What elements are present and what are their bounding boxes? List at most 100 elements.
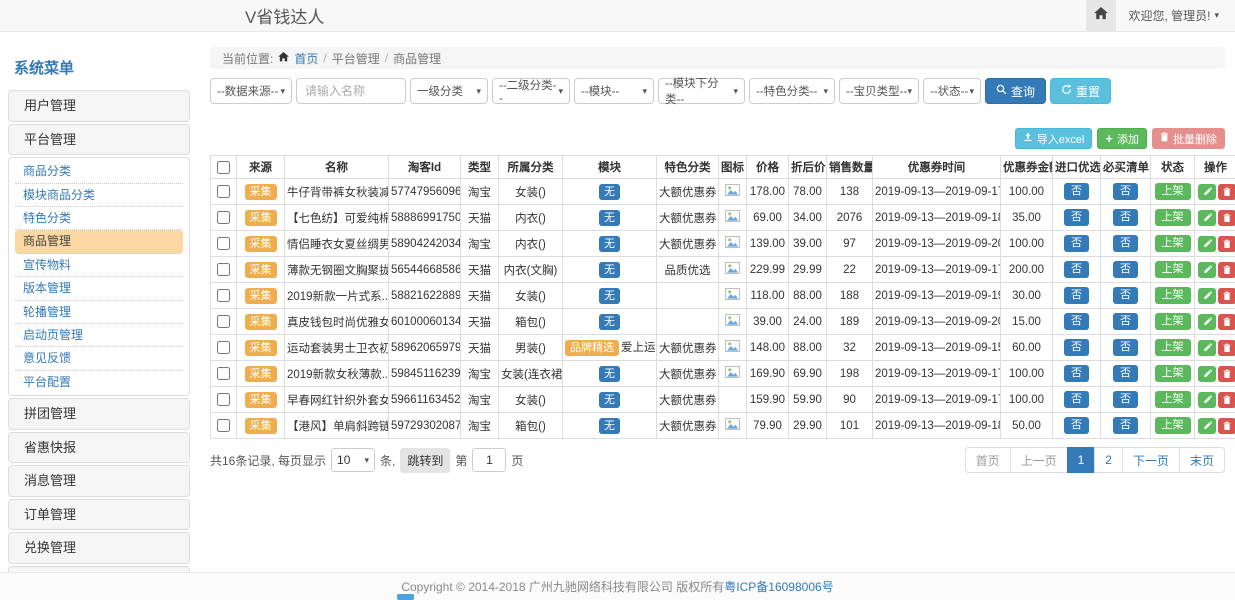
- batch-delete-button[interactable]: 批量删除: [1152, 128, 1225, 149]
- import-select-toggle[interactable]: 否: [1064, 261, 1089, 278]
- edit-button[interactable]: [1198, 392, 1216, 408]
- module-select[interactable]: --模块--▾: [574, 78, 654, 104]
- import-select-toggle[interactable]: 否: [1064, 235, 1089, 252]
- must-buy-toggle[interactable]: 否: [1113, 183, 1138, 200]
- sidebar-submenu-item[interactable]: 宣传物料: [15, 254, 183, 277]
- sidebar-submenu-item[interactable]: 模块商品分类: [15, 184, 183, 207]
- edit-button[interactable]: [1198, 314, 1216, 330]
- row-checkbox[interactable]: [217, 419, 230, 432]
- edit-button[interactable]: [1198, 366, 1216, 382]
- status-button[interactable]: 上架: [1155, 417, 1191, 434]
- item-type-select[interactable]: --宝贝类型--▾: [839, 78, 919, 104]
- sidebar-submenu-item[interactable]: 平台配置: [15, 371, 183, 393]
- pager-item[interactable]: 下一页: [1122, 447, 1180, 473]
- status-button[interactable]: 上架: [1155, 339, 1191, 356]
- pager-item[interactable]: 末页: [1179, 447, 1225, 473]
- status-button[interactable]: 上架: [1155, 287, 1191, 304]
- must-buy-toggle[interactable]: 否: [1113, 313, 1138, 330]
- delete-button[interactable]: [1218, 288, 1235, 304]
- sidebar-submenu-item[interactable]: 轮播管理: [15, 301, 183, 324]
- import-select-toggle[interactable]: 否: [1064, 183, 1089, 200]
- import-excel-button[interactable]: 导入excel: [1015, 128, 1093, 149]
- sidebar-group-item[interactable]: 平台管理: [8, 124, 190, 156]
- import-select-toggle[interactable]: 否: [1064, 209, 1089, 226]
- sidebar-submenu-item[interactable]: 商品分类: [15, 160, 183, 183]
- user-menu[interactable]: 欢迎您, 管理员! ▾: [1128, 7, 1219, 24]
- row-checkbox[interactable]: [217, 289, 230, 302]
- import-select-toggle[interactable]: 否: [1064, 391, 1089, 408]
- sidebar-group-item[interactable]: 用户管理: [8, 90, 190, 122]
- delete-button[interactable]: [1218, 184, 1235, 200]
- status-button[interactable]: 上架: [1155, 261, 1191, 278]
- jump-button[interactable]: 跳转到: [400, 448, 450, 473]
- row-checkbox[interactable]: [217, 367, 230, 380]
- must-buy-toggle[interactable]: 否: [1113, 235, 1138, 252]
- import-select-toggle[interactable]: 否: [1064, 287, 1089, 304]
- import-select-toggle[interactable]: 否: [1064, 339, 1089, 356]
- breadcrumb-home-link[interactable]: 首页: [294, 50, 318, 67]
- module-subcategory-select[interactable]: --模块下分类--▾: [658, 78, 745, 104]
- import-select-toggle[interactable]: 否: [1064, 313, 1089, 330]
- status-button[interactable]: 上架: [1155, 183, 1191, 200]
- row-checkbox[interactable]: [217, 185, 230, 198]
- row-checkbox[interactable]: [217, 237, 230, 250]
- delete-button[interactable]: [1218, 418, 1235, 434]
- level2-category-select[interactable]: --二级分类--▾: [492, 78, 570, 104]
- name-input[interactable]: [296, 78, 406, 104]
- status-button[interactable]: 上架: [1155, 365, 1191, 382]
- sidebar-submenu-item[interactable]: 特色分类: [15, 207, 183, 230]
- must-buy-toggle[interactable]: 否: [1113, 339, 1138, 356]
- status-button[interactable]: 上架: [1155, 235, 1191, 252]
- delete-button[interactable]: [1218, 210, 1235, 226]
- add-button[interactable]: + 添加: [1097, 128, 1147, 149]
- must-buy-toggle[interactable]: 否: [1113, 209, 1138, 226]
- delete-button[interactable]: [1218, 314, 1235, 330]
- pager-item[interactable]: 上一页: [1010, 447, 1068, 473]
- edit-button[interactable]: [1198, 210, 1216, 226]
- status-select[interactable]: --状态--▾: [923, 78, 981, 104]
- sidebar-group-item[interactable]: 兑换管理: [8, 532, 190, 564]
- data-source-select[interactable]: --数据来源--▾: [210, 78, 292, 104]
- sidebar-group-item[interactable]: 拼团管理: [8, 398, 190, 430]
- query-button[interactable]: 查询: [985, 78, 1046, 104]
- edit-button[interactable]: [1198, 288, 1216, 304]
- pager-item[interactable]: 1: [1067, 447, 1096, 473]
- import-select-toggle[interactable]: 否: [1064, 417, 1089, 434]
- status-button[interactable]: 上架: [1155, 313, 1191, 330]
- sidebar-submenu-item[interactable]: 意见反馈: [15, 347, 183, 370]
- level1-category-select[interactable]: 一级分类▾: [410, 78, 488, 104]
- select-all-checkbox[interactable]: [217, 161, 230, 174]
- must-buy-toggle[interactable]: 否: [1113, 365, 1138, 382]
- row-checkbox[interactable]: [217, 393, 230, 406]
- row-checkbox[interactable]: [217, 211, 230, 224]
- delete-button[interactable]: [1218, 340, 1235, 356]
- icp-link[interactable]: 粤ICP备16098006号: [724, 578, 833, 595]
- sidebar-submenu-item[interactable]: 商品管理: [15, 230, 183, 253]
- delete-button[interactable]: [1218, 262, 1235, 278]
- sidebar-group-item[interactable]: 省惠快报: [8, 432, 190, 464]
- row-checkbox[interactable]: [217, 341, 230, 354]
- per-page-select[interactable]: 10 ▾: [331, 448, 375, 472]
- sidebar-submenu-item[interactable]: 启动页管理: [15, 324, 183, 347]
- jump-page-input[interactable]: [472, 448, 506, 472]
- reset-button[interactable]: 重置: [1050, 78, 1111, 104]
- edit-button[interactable]: [1198, 418, 1216, 434]
- home-button[interactable]: [1086, 0, 1116, 31]
- status-button[interactable]: 上架: [1155, 209, 1191, 226]
- delete-button[interactable]: [1218, 366, 1235, 382]
- delete-button[interactable]: [1218, 392, 1235, 408]
- edit-button[interactable]: [1198, 340, 1216, 356]
- import-select-toggle[interactable]: 否: [1064, 365, 1089, 382]
- must-buy-toggle[interactable]: 否: [1113, 261, 1138, 278]
- edit-button[interactable]: [1198, 236, 1216, 252]
- delete-button[interactable]: [1218, 236, 1235, 252]
- pager-item[interactable]: 2: [1094, 447, 1123, 473]
- must-buy-toggle[interactable]: 否: [1113, 417, 1138, 434]
- pager-item[interactable]: 首页: [965, 447, 1011, 473]
- feature-category-select[interactable]: --特色分类--▾: [749, 78, 835, 104]
- must-buy-toggle[interactable]: 否: [1113, 287, 1138, 304]
- sidebar-submenu-item[interactable]: 版本管理: [15, 277, 183, 300]
- edit-button[interactable]: [1198, 184, 1216, 200]
- status-button[interactable]: 上架: [1155, 391, 1191, 408]
- sidebar-group-item[interactable]: 订单管理: [8, 499, 190, 531]
